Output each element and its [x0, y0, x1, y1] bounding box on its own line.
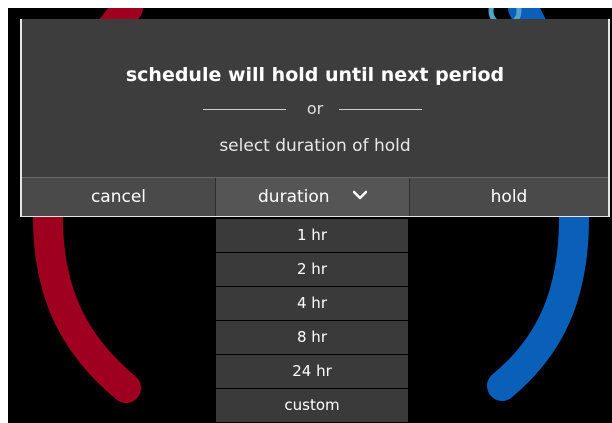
hold-button-label: hold: [490, 187, 528, 207]
or-divider: or: [22, 99, 608, 119]
duration-option-2hr[interactable]: 2 hr: [216, 253, 408, 286]
duration-dropdown: 1 hr 2 hr 4 hr 8 hr 24 hr custom: [216, 219, 408, 423]
chevron-down-icon: [352, 176, 368, 214]
duration-option-custom[interactable]: custom: [216, 389, 408, 422]
duration-option-8hr[interactable]: 8 hr: [216, 321, 408, 354]
hold-button[interactable]: hold: [410, 178, 608, 216]
thermostat-screen: schedule will hold until next period or …: [8, 8, 612, 423]
duration-button[interactable]: duration: [216, 178, 410, 216]
dialog-button-row: cancel duration hold: [22, 177, 608, 216]
or-text: or: [306, 99, 324, 118]
dialog-subtitle: select duration of hold: [219, 136, 411, 156]
hold-dialog: schedule will hold until next period or …: [20, 19, 610, 217]
dialog-title: schedule will hold until next period: [125, 64, 505, 86]
duration-option-4hr[interactable]: 4 hr: [216, 287, 408, 320]
cancel-button-label: cancel: [90, 187, 147, 207]
divider-line-right: [339, 109, 422, 110]
cancel-button[interactable]: cancel: [22, 178, 216, 216]
duration-option-1hr[interactable]: 1 hr: [216, 219, 408, 252]
duration-button-label: duration: [258, 187, 330, 207]
duration-option-24hr[interactable]: 24 hr: [216, 355, 408, 388]
